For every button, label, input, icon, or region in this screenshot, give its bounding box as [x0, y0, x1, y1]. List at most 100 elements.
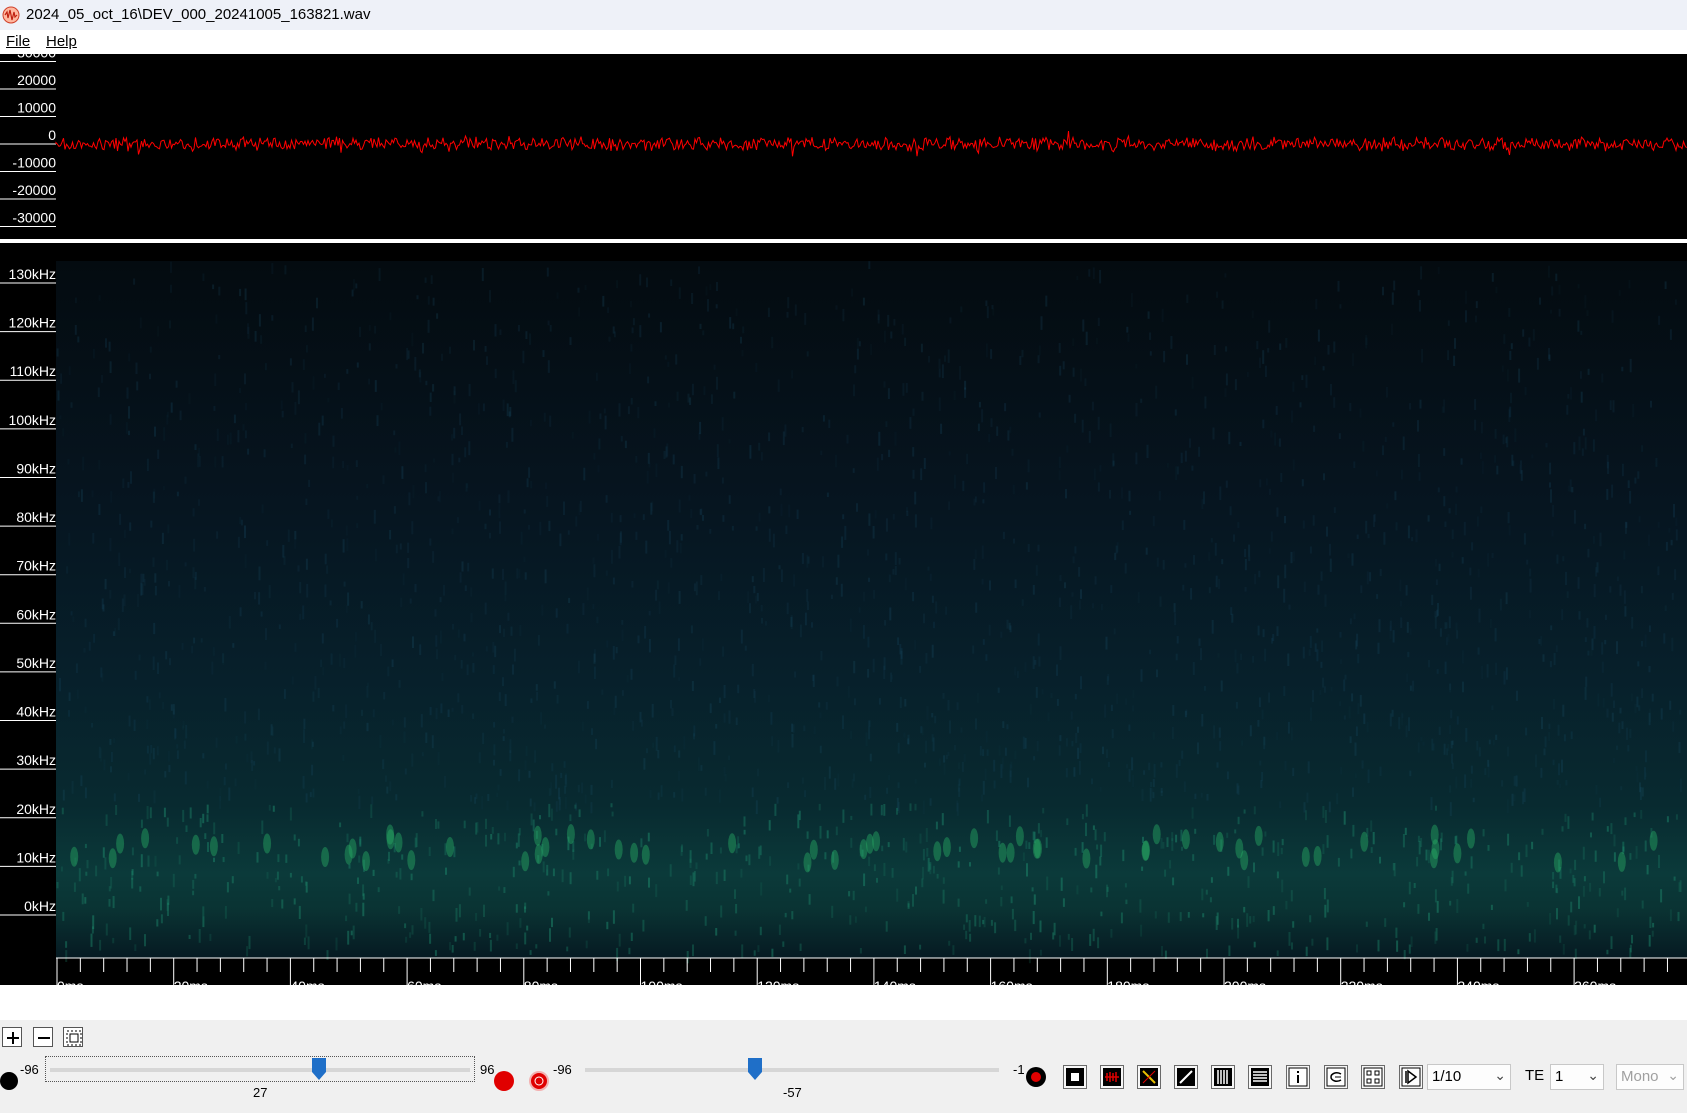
spectrogram-speckle — [235, 735, 238, 744]
spectrogram-speckle — [466, 664, 469, 676]
spectrogram-speckle — [627, 406, 630, 415]
spectrogram-speckle — [993, 780, 996, 789]
spectrogram-speckle — [1627, 745, 1630, 752]
spectrogram-speckle — [1209, 897, 1212, 903]
fit-button[interactable] — [63, 1027, 83, 1047]
spectrogram-speckle — [740, 868, 743, 878]
stop-button[interactable] — [1063, 1065, 1087, 1089]
spectrogram-speckle — [1256, 341, 1259, 350]
spectrogram-speckle — [912, 894, 914, 907]
spectrogram-speckle — [526, 478, 529, 488]
spectrogram-speckle — [1513, 794, 1516, 801]
spectrogram-speckle — [293, 834, 296, 841]
spectrogram-speckle — [1126, 326, 1129, 333]
spectrogram-speckle — [1629, 728, 1632, 739]
spectrogram-speckle — [429, 707, 432, 716]
spectrogram-speckle — [428, 846, 431, 856]
spectrogram-speckle — [216, 428, 219, 442]
spectrogram-speckle — [931, 644, 934, 658]
spectrogram-speckle — [586, 587, 589, 601]
spectrogram-speckle — [160, 897, 162, 911]
zoom-out-button[interactable] — [33, 1027, 53, 1047]
spectrogram-speckle — [891, 868, 894, 878]
spectrogram-speckle — [451, 453, 454, 466]
spectrogram-speckle — [1327, 345, 1330, 355]
spectrogram-call-blob — [1240, 850, 1249, 871]
spectrogram-speckle — [318, 422, 321, 436]
spectrogram-speckle — [519, 918, 522, 928]
range-slider-track[interactable] — [45, 1056, 475, 1082]
spectrogram-speckle — [1538, 639, 1541, 645]
speed-select[interactable]: 1/10 ⌄ — [1427, 1064, 1511, 1090]
spectrogram-speckle — [885, 421, 888, 428]
spectrogram-speckle — [1422, 741, 1425, 746]
spectrogram-speckle — [1610, 936, 1613, 949]
spectrogram-speckle — [1275, 406, 1278, 415]
spectrogram-speckle — [304, 325, 307, 333]
spectrogram-speckle — [1621, 890, 1624, 896]
spectrogram-speckle — [1110, 929, 1113, 938]
spectrogram-speckle — [1522, 329, 1525, 337]
menu-file[interactable]: File — [6, 33, 30, 50]
waveform-view-button[interactable] — [1100, 1065, 1124, 1089]
record-dot-icon[interactable] — [1025, 1066, 1047, 1088]
spectrogram-speckle — [198, 448, 201, 457]
spectrogram-speckle — [1370, 847, 1373, 853]
play-button[interactable] — [1399, 1065, 1423, 1089]
info-button[interactable] — [1286, 1065, 1310, 1089]
spectrogram-call-blob — [344, 844, 353, 865]
spectrogram-speckle — [181, 643, 184, 650]
spectrogram-speckle — [769, 856, 772, 866]
spectrogram-speckle — [503, 887, 506, 893]
proportional-button[interactable] — [1324, 1065, 1348, 1089]
spectrogram-speckle — [1276, 626, 1279, 637]
spectrogram-speckle — [778, 924, 781, 935]
spectrogram-speckle — [635, 531, 638, 540]
spectrogram-speckle — [398, 906, 401, 914]
zoom-in-button[interactable] — [2, 1027, 22, 1047]
spectrogram-speckle — [1410, 936, 1413, 947]
diagonal-line-button[interactable] — [1137, 1065, 1161, 1089]
spectrogram-speckle — [278, 748, 281, 762]
spectrogram-speckle — [1555, 645, 1558, 653]
range-slider-thumb[interactable] — [312, 1058, 327, 1080]
spectrogram-speckle — [699, 323, 702, 329]
spectrogram-speckle — [1389, 625, 1392, 640]
spectrogram-speckle — [592, 604, 595, 610]
diagonal-box-button[interactable] — [1174, 1065, 1198, 1089]
menu-help[interactable]: Help — [46, 33, 77, 50]
spectrogram-speckle — [287, 529, 290, 542]
spectrogram-speckle — [642, 514, 645, 520]
spectrogram-speckle — [1601, 661, 1604, 673]
spectrogram-speckle — [1097, 482, 1100, 492]
spectrogram-speckle — [421, 811, 424, 817]
spectrogram-speckle — [1591, 812, 1594, 821]
time-tick-label: 180ms — [1107, 978, 1149, 985]
spectrogram-speckle — [1556, 779, 1559, 785]
spectrogram-speckle — [1148, 762, 1151, 771]
waveform-panel[interactable]: 3000020000100000-10000-20000-30000 — [0, 45, 1687, 239]
spectrogram-speckle — [731, 525, 734, 531]
spectrogram-speckle — [276, 871, 279, 880]
spectrogram-panel[interactable]: 130kHz 120kHz 110kHz 100kHz 90kHz 80kHz 70kHz 6… — [0, 243, 1687, 994]
horizontal-bars-button[interactable] — [1248, 1065, 1272, 1089]
spectrogram-speckle — [566, 623, 569, 634]
spectrogram-speckle — [172, 708, 175, 719]
spectrogram-speckle — [678, 499, 681, 513]
spectrogram-speckle — [524, 932, 527, 945]
threshold-slider-thumb[interactable] — [747, 1058, 762, 1080]
spectrogram-speckle — [1041, 689, 1044, 695]
spectrogram-speckle — [1066, 818, 1069, 826]
spectrogram-speckle — [389, 781, 392, 792]
spectrogram-speckle — [1478, 608, 1481, 623]
threshold-slider-track[interactable] — [585, 1068, 999, 1072]
focus-button[interactable] — [1361, 1065, 1385, 1089]
vertical-bars-button[interactable] — [1211, 1065, 1235, 1089]
spectrogram-speckle — [146, 458, 149, 472]
te-select[interactable]: 1 ⌄ — [1550, 1064, 1604, 1090]
spectrogram-speckle — [257, 708, 260, 721]
spectrogram-speckle — [974, 549, 977, 560]
channel-select[interactable]: Mono ⌄ — [1616, 1064, 1684, 1090]
spectrogram-speckle — [696, 525, 699, 530]
spectrogram-speckle — [345, 915, 348, 922]
